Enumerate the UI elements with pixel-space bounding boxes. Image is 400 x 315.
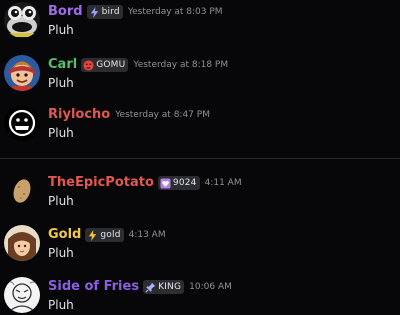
avatar[interactable]: [4, 225, 40, 261]
message-content: Pluh: [48, 298, 74, 312]
timestamp: Yesterday at 8:18 PM: [133, 60, 229, 70]
username[interactable]: TheEpicPotato: [48, 174, 154, 192]
message-item[interactable]: Carl GOMU Yesterday at 8:18 PM Pluh: [0, 53, 400, 103]
message-divider: [0, 158, 400, 159]
role-badge[interactable]: 9024: [157, 176, 200, 190]
avatar[interactable]: [4, 2, 40, 38]
avatar[interactable]: [4, 105, 40, 141]
role-badge[interactable]: gold: [85, 228, 124, 242]
message-content: Pluh: [48, 23, 74, 37]
username[interactable]: Gold: [48, 226, 81, 244]
heart-icon: [160, 177, 171, 189]
message-content: Pluh: [48, 126, 74, 140]
message-item[interactable]: Bord bird Yesterday at 8:03 PM Pluh: [0, 0, 400, 50]
chat-message-list: Bord bird Yesterday at 8:03 PM Pluh Carl…: [0, 0, 400, 315]
badge-label: GOMU: [96, 60, 126, 70]
badge-label: bird: [101, 7, 120, 17]
badge-label: 9024: [172, 178, 197, 188]
message-content: Pluh: [48, 194, 74, 208]
timestamp: 10:06 AM: [189, 282, 232, 292]
badge-label: gold: [100, 230, 121, 240]
username[interactable]: Side of Fries: [48, 278, 139, 296]
message-content: Pluh: [48, 246, 74, 260]
lightning-icon: [90, 6, 98, 18]
message-content: Pluh: [48, 76, 74, 90]
timestamp: Yesterday at 8:03 PM: [127, 7, 223, 17]
role-badge[interactable]: bird: [86, 5, 123, 19]
message-item[interactable]: TheEpicPotato 9024 4:11 AM Pluh: [0, 171, 400, 221]
role-badge[interactable]: GOMU: [81, 58, 129, 72]
lightning-icon: [89, 229, 97, 241]
username[interactable]: Riylocho: [48, 106, 110, 124]
username[interactable]: Bord: [48, 3, 83, 21]
message-item[interactable]: Gold gold 4:13 AM Pluh: [0, 223, 400, 273]
message-item[interactable]: Riylocho Yesterday at 8:47 PM Pluh: [0, 103, 400, 153]
timestamp: 4:11 AM: [204, 178, 242, 188]
message-item[interactable]: Side of Fries KING 10:06 AM Pluh: [0, 275, 400, 315]
pin-icon: [145, 282, 156, 293]
angry-face-icon: [83, 59, 94, 71]
avatar[interactable]: [4, 55, 40, 91]
avatar[interactable]: [4, 173, 40, 209]
timestamp: 4:13 AM: [128, 230, 166, 240]
timestamp: Yesterday at 8:47 PM: [115, 110, 210, 120]
role-badge[interactable]: KING: [143, 280, 185, 294]
username[interactable]: Carl: [48, 56, 77, 74]
badge-label: KING: [158, 282, 182, 292]
avatar[interactable]: [4, 277, 40, 313]
